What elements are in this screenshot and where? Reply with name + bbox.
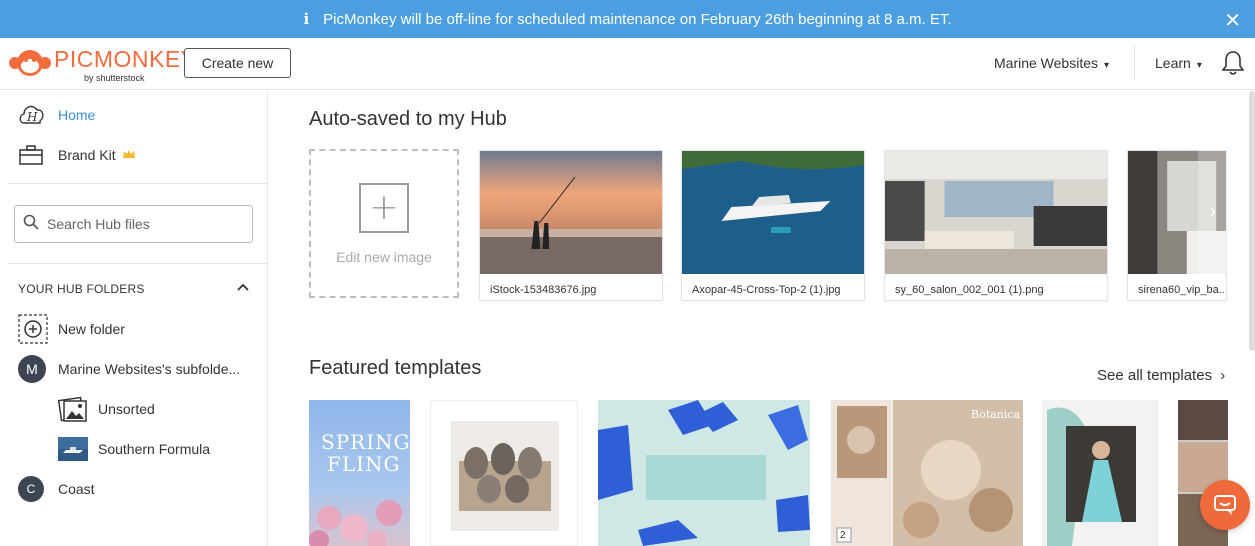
sidebar-item-marine-subfolders[interactable]: M Marine Websites's subfolde...: [18, 355, 241, 383]
eggs-graphic: [451, 421, 559, 531]
header-divider: [1134, 46, 1135, 80]
search-icon: [23, 214, 39, 235]
blossom-graphic: [309, 500, 402, 546]
sidebar-item-unsorted[interactable]: Unsorted: [58, 396, 155, 422]
portrait-graphic: [1042, 400, 1159, 546]
account-name: Marine Websites: [994, 55, 1099, 71]
template-card[interactable]: [1042, 400, 1159, 546]
search-hub-field[interactable]: [14, 205, 253, 243]
monkey-logo-icon: [9, 50, 51, 76]
bell-icon[interactable]: [1221, 50, 1245, 81]
template-text: SPRING: [321, 430, 410, 454]
info-icon: i: [303, 10, 310, 28]
sidebar-item-label: Southern Formula: [98, 441, 211, 457]
see-all-label: See all templates: [1097, 367, 1213, 384]
template-text: FLING: [327, 452, 401, 476]
briefcase-icon: [18, 143, 48, 167]
avatar: C: [18, 476, 44, 502]
sidebar-item-new-folder[interactable]: New folder: [18, 314, 125, 344]
banner-message: PicMonkey will be off-line for scheduled…: [323, 10, 952, 28]
chevron-down-icon: ▾: [1104, 60, 1110, 71]
scrollbar[interactable]: [1249, 91, 1255, 351]
logo-wordmark: PICMONKEY: [54, 46, 197, 72]
sidebar-item-label: Home: [58, 107, 96, 123]
section-title-autosaved: Auto-saved to my Hub: [309, 108, 507, 130]
crown-icon: [122, 147, 136, 163]
chevron-right-icon: ›: [1220, 367, 1226, 384]
maintenance-banner: i PicMonkey will be off-line for schedul…: [0, 0, 1255, 38]
file-card[interactable]: iStock-153483676.jpg: [479, 150, 663, 301]
hub-sidebar: H Home Brand Kit YOUR HUB FOLDERS New fo…: [0, 91, 268, 546]
sidebar-item-label: Unsorted: [98, 401, 155, 417]
close-icon[interactable]: ✕: [1224, 8, 1241, 33]
sidebar-item-home[interactable]: H Home: [18, 103, 95, 127]
template-card[interactable]: SPRING FLING: [309, 400, 410, 546]
sidebar-item-label: Marine Websites's subfolde...: [58, 361, 241, 377]
file-card[interactable]: Axopar-45-Cross-Top-2 (1).jpg: [681, 150, 865, 301]
svg-text:H: H: [26, 110, 38, 124]
sidebar-divider: [8, 263, 268, 264]
sidebar-item-southern-formula[interactable]: Southern Formula: [58, 437, 210, 461]
botanica-graphic: [831, 400, 1023, 546]
file-card[interactable]: sy_60_salon_002_001 (1).png: [884, 150, 1108, 301]
create-new-button[interactable]: Create new: [184, 48, 291, 78]
template-text: Botanica: [971, 408, 1021, 421]
file-thumbnail: [682, 151, 864, 274]
sidebar-divider: [8, 183, 268, 184]
section-title-featured: Featured templates: [309, 357, 482, 379]
file-name: Axopar-45-Cross-Top-2 (1).jpg: [692, 284, 841, 296]
sidebar-item-label: New folder: [58, 321, 125, 337]
chat-icon: [1214, 495, 1236, 515]
file-thumbnail: [480, 151, 662, 274]
account-menu[interactable]: Marine Websites ▾: [994, 55, 1109, 71]
file-name: sy_60_salon_002_001 (1).png: [895, 284, 1044, 296]
template-card[interactable]: Botanica 2: [831, 400, 1023, 546]
sidebar-item-brand-kit[interactable]: Brand Kit: [18, 143, 136, 167]
search-input[interactable]: [47, 216, 237, 232]
page-badge: 2: [840, 530, 846, 541]
plus-icon: +: [359, 182, 409, 233]
sidebar-item-coast[interactable]: C Coast: [18, 476, 95, 502]
add-folder-icon: [18, 314, 48, 344]
sidebar-item-label: Brand Kit: [58, 147, 116, 163]
picmonkey-logo[interactable]: PICMONKEY by shutterstock: [8, 46, 196, 83]
see-all-templates-link[interactable]: See all templates ›: [1097, 367, 1225, 384]
file-name: sirena60_vip_ba...: [1138, 284, 1226, 296]
avatar: M: [18, 355, 46, 383]
fathers-day-graphic: [598, 400, 810, 546]
sidebar-item-label: Coast: [58, 481, 95, 497]
template-card[interactable]: [598, 400, 810, 546]
folder-thumbnail: [58, 437, 88, 461]
edit-new-image-tile[interactable]: + Edit new image: [309, 149, 459, 298]
hub-main: Auto-saved to my Hub + Edit new image iS…: [269, 91, 1255, 546]
chevron-right-icon[interactable]: ›: [1198, 150, 1228, 273]
learn-menu[interactable]: Learn ▾: [1155, 55, 1202, 71]
hub-home-icon: H: [18, 103, 48, 127]
photos-icon: [58, 396, 88, 422]
learn-label: Learn: [1155, 55, 1191, 71]
file-thumbnail: [885, 151, 1107, 274]
chevron-down-icon: ▾: [1196, 60, 1202, 71]
logo-byline: by shutterstock: [84, 73, 145, 83]
folders-header: YOUR HUB FOLDERS: [18, 282, 145, 296]
edit-new-label: Edit new image: [336, 248, 432, 265]
top-header: PICMONKEY by shutterstock Create new Mar…: [0, 38, 1255, 90]
chat-support-button[interactable]: [1200, 480, 1250, 530]
template-card[interactable]: [430, 400, 578, 546]
chevron-up-icon[interactable]: [237, 280, 249, 294]
file-name: iStock-153483676.jpg: [490, 284, 597, 296]
